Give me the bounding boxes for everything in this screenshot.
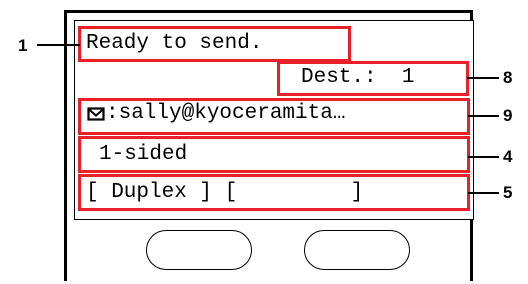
soft-keys-callout-box	[78, 174, 470, 211]
left-soft-key-button[interactable]	[146, 230, 252, 270]
callout-number-9: 9	[503, 106, 513, 125]
destination-count-callout-box	[277, 61, 469, 96]
status-message-callout-box	[78, 26, 351, 62]
callout-leader-9	[468, 115, 499, 117]
email-address-callout-box	[78, 98, 470, 135]
right-soft-key-button[interactable]	[304, 230, 410, 270]
callout-leader-5	[468, 192, 499, 194]
callout-leader-8	[467, 77, 499, 79]
sided-setting-callout-box	[78, 136, 470, 173]
callout-leader-4	[468, 156, 499, 158]
callout-number-5: 5	[503, 183, 513, 202]
callout-number-4: 4	[503, 147, 513, 166]
callout-leader-1	[37, 44, 80, 46]
callout-number-1: 1	[18, 36, 28, 55]
callout-number-8: 8	[503, 68, 513, 87]
